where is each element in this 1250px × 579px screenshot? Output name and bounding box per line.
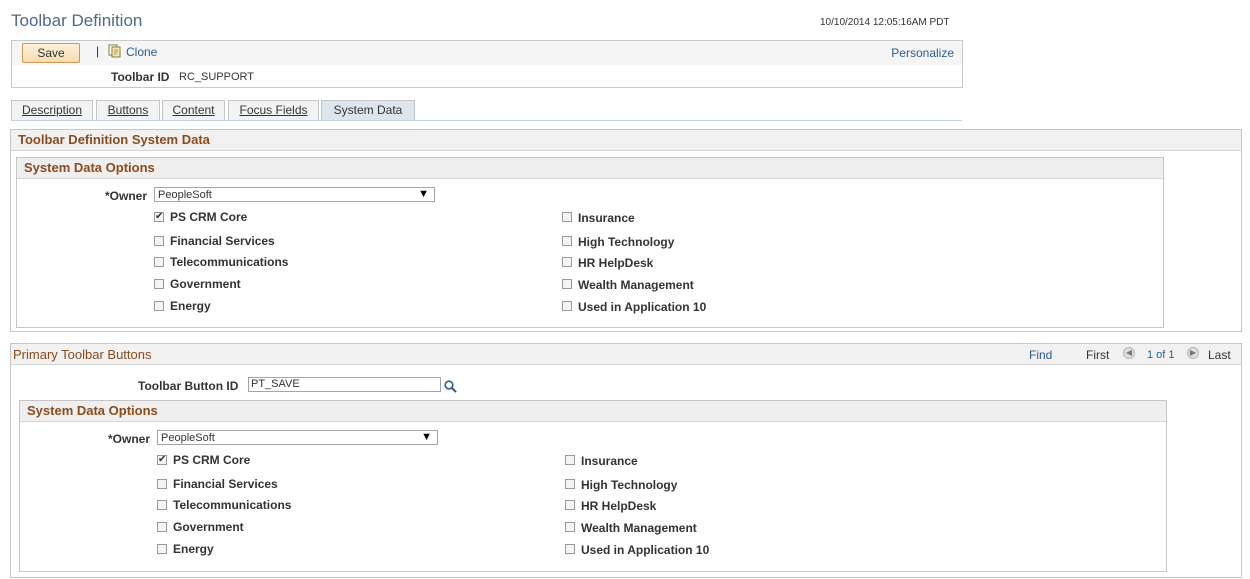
checkbox[interactable] xyxy=(154,301,164,311)
checkbox[interactable] xyxy=(562,236,572,246)
checkbox[interactable] xyxy=(565,522,575,532)
tab-content[interactable]: Content xyxy=(162,100,225,120)
checkbox[interactable] xyxy=(565,544,575,554)
sub-header: System Data Options xyxy=(20,401,1166,422)
group-header: Toolbar Definition System Data xyxy=(11,130,1241,151)
toolbar-separator: | xyxy=(96,44,100,58)
chevron-right-icon[interactable]: ▶ xyxy=(1187,347,1199,359)
checkbox[interactable] xyxy=(154,279,164,289)
checkbox-label: Financial Services xyxy=(170,234,275,248)
checkbox-label: High Technology xyxy=(578,235,675,249)
checkbox-label: HR HelpDesk xyxy=(581,499,657,513)
definition-system-data-group: Toolbar Definition System Data System Da… xyxy=(10,129,1242,332)
checkbox-label: HR HelpDesk xyxy=(578,256,654,270)
checkbox-label: Telecommunications xyxy=(173,498,292,512)
grid-header xyxy=(11,344,1241,365)
owner-select[interactable]: PeopleSoft ▼ xyxy=(157,430,438,445)
checkbox[interactable] xyxy=(562,257,572,267)
toolbar-button-id-field[interactable]: PT_SAVE xyxy=(248,377,441,392)
checkbox-label: Used in Application 10 xyxy=(578,300,707,314)
checkbox-label: Energy xyxy=(170,299,211,313)
checkbox[interactable] xyxy=(565,500,575,510)
checkbox-label: Insurance xyxy=(578,211,635,225)
save-button[interactable]: Save xyxy=(22,43,80,63)
tab-system-data[interactable]: System Data xyxy=(321,100,415,120)
toolbar-id-value: RC_SUPPORT xyxy=(179,71,254,83)
owner-select[interactable]: PeopleSoft ▼ xyxy=(154,187,435,202)
tab-description[interactable]: Description xyxy=(11,100,93,120)
page-title: Toolbar Definition xyxy=(11,11,143,30)
clone-icon[interactable] xyxy=(108,44,122,58)
checkbox[interactable]: ✔ xyxy=(157,455,167,465)
checkbox[interactable] xyxy=(157,479,167,489)
tab-buttons[interactable]: Buttons xyxy=(96,100,160,120)
group-title: Toolbar Definition System Data xyxy=(18,132,210,147)
checkbox-label: Insurance xyxy=(581,454,638,468)
page-count: 1 of 1 xyxy=(1147,349,1175,361)
timestamp: 10/10/2014 12:05:16AM PDT xyxy=(820,17,950,28)
tab-focus-fields[interactable]: Focus Fields xyxy=(228,100,319,120)
checkbox[interactable] xyxy=(154,257,164,267)
toolbar-id-label: Toolbar ID xyxy=(111,70,170,84)
owner-select-value: PeopleSoft xyxy=(158,189,212,201)
clone-link[interactable]: Clone xyxy=(126,45,157,59)
checkbox-label: Government xyxy=(173,520,244,534)
chevron-down-icon: ▼ xyxy=(418,188,429,200)
key-bar: Toolbar ID RC_SUPPORT xyxy=(11,65,963,88)
checkbox[interactable] xyxy=(562,212,572,222)
system-data-options-box: System Data Options *Owner PeopleSoft ▼ … xyxy=(19,400,1167,572)
find-link[interactable]: Find xyxy=(1029,348,1052,362)
tab-divider xyxy=(11,120,962,121)
checkbox[interactable] xyxy=(154,236,164,246)
checkbox-label: High Technology xyxy=(581,478,678,492)
personalize-link[interactable]: Personalize xyxy=(891,46,954,60)
checkbox[interactable] xyxy=(562,279,572,289)
checkbox-label: Energy xyxy=(173,542,214,556)
checkbox[interactable] xyxy=(565,479,575,489)
sub-header: System Data Options xyxy=(17,158,1163,179)
checkbox-label: PS CRM Core xyxy=(173,453,251,467)
system-data-options-box: System Data Options *Owner PeopleSoft ▼ … xyxy=(16,157,1164,328)
chevron-down-icon: ▼ xyxy=(421,431,432,443)
sub-title: System Data Options xyxy=(24,160,155,175)
search-icon[interactable] xyxy=(444,380,457,393)
checkbox[interactable]: ✔ xyxy=(154,212,164,222)
checkbox-label: Wealth Management xyxy=(578,278,694,292)
checkbox-label: Used in Application 10 xyxy=(581,543,710,557)
checkbox[interactable] xyxy=(157,500,167,510)
last-label: Last xyxy=(1208,348,1231,362)
owner-label: *Owner xyxy=(105,189,148,203)
grid-title: Primary Toolbar Buttons xyxy=(13,347,152,362)
owner-select-value: PeopleSoft xyxy=(161,432,215,444)
checkbox-label: Financial Services xyxy=(173,477,278,491)
sub-title: System Data Options xyxy=(27,403,158,418)
checkbox[interactable] xyxy=(565,455,575,465)
toolbar-button-id-label: Toolbar Button ID xyxy=(138,379,239,393)
chevron-left-icon[interactable]: ◀ xyxy=(1123,347,1135,359)
checkbox-label: Telecommunications xyxy=(170,255,289,269)
first-label: First xyxy=(1086,348,1110,362)
checkbox-label: Government xyxy=(170,277,241,291)
checkbox-label: Wealth Management xyxy=(581,521,697,535)
checkbox[interactable] xyxy=(157,544,167,554)
checkbox[interactable] xyxy=(157,522,167,532)
checkbox[interactable] xyxy=(562,301,572,311)
page-toolbar: Save | Clone Personalize xyxy=(11,40,963,66)
owner-label: *Owner xyxy=(108,432,151,446)
checkbox-label: PS CRM Core xyxy=(170,210,248,224)
primary-toolbar-buttons-grid: Primary Toolbar Buttons Find First ◀ 1 o… xyxy=(10,343,1242,578)
